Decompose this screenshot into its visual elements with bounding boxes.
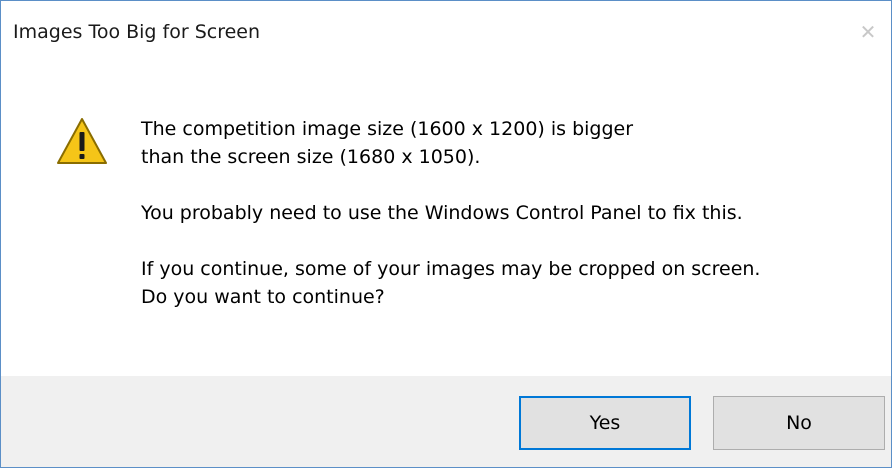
message-line: You probably need to use the Windows Con… [141, 202, 743, 224]
message-line: Do you want to continue? [141, 286, 385, 308]
dialog-title: Images Too Big for Screen [13, 21, 261, 43]
message-dialog: Images Too Big for Screen ✕ The competit… [0, 0, 892, 468]
message-line: The competition image size (1600 x 1200)… [141, 118, 634, 140]
message-text: The competition image size (1600 x 1200)… [141, 115, 871, 311]
dialog-content: The competition image size (1600 x 1200)… [1, 65, 891, 371]
yes-button[interactable]: Yes [519, 396, 691, 450]
title-bar: Images Too Big for Screen ✕ [1, 1, 891, 65]
warning-icon [57, 118, 107, 164]
button-bar: Yes No [1, 376, 891, 467]
message-line: If you continue, some of your images may… [141, 258, 761, 280]
close-icon: ✕ [859, 20, 877, 44]
message-line: than the screen size (1680 x 1050). [141, 146, 481, 168]
close-button[interactable]: ✕ [845, 9, 891, 55]
no-button[interactable]: No [713, 396, 885, 450]
